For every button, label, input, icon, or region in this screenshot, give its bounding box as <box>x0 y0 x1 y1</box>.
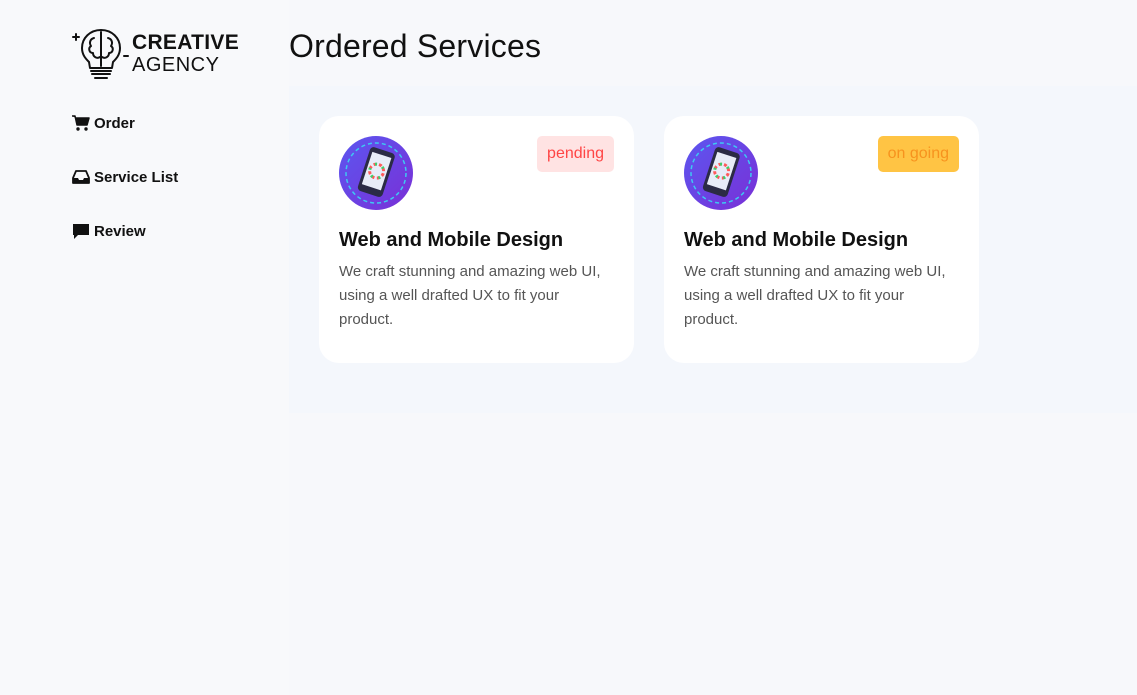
card-description: We craft stunning and amazing web UI, us… <box>684 263 946 328</box>
sidebar-nav: Order Service List Review <box>72 112 178 274</box>
sidebar-item-service-list[interactable]: Service List <box>72 166 178 188</box>
sidebar-item-label: Service List <box>94 168 179 186</box>
orders-panel: pending Web and Mobile Design We craft s… <box>289 86 1137 413</box>
sidebar-item-label: Order <box>94 114 135 132</box>
sidebar-item-label: Review <box>94 222 146 240</box>
status-badge[interactable]: pending <box>537 136 614 172</box>
card-description: We craft stunning and amazing web UI, us… <box>339 263 601 328</box>
sidebar-item-review[interactable]: Review <box>72 220 178 242</box>
card-title: Web and Mobile Design <box>684 229 909 251</box>
mobile-design-icon <box>684 136 758 210</box>
mobile-design-icon <box>339 136 413 210</box>
brand-subtitle: AGENCY <box>132 54 220 76</box>
cart-icon <box>72 115 90 131</box>
sidebar-item-order[interactable]: Order <box>72 112 178 134</box>
brain-bulb-icon <box>72 29 129 79</box>
page-title: Ordered Services <box>289 28 542 64</box>
card-title: Web and Mobile Design <box>339 229 564 251</box>
order-card[interactable]: pending Web and Mobile Design We craft s… <box>319 116 634 363</box>
status-badge[interactable]: on going <box>877 136 959 172</box>
brand-logo[interactable]: CREATIVE AGENCY <box>72 26 239 82</box>
order-card[interactable]: on going Web and Mobile Design We craft … <box>664 116 979 363</box>
message-icon <box>73 224 89 239</box>
inbox-icon <box>72 170 90 184</box>
sidebar: CREATIVE AGENCY Order Service List Revie… <box>0 0 289 695</box>
brand-name: CREATIVE <box>132 31 240 54</box>
